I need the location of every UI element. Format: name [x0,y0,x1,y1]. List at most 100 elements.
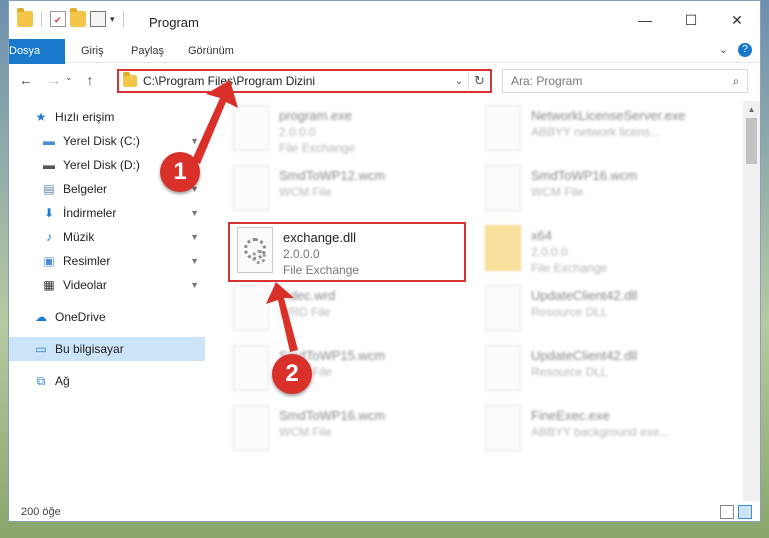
back-arrow-icon[interactable]: ← [19,72,33,88]
title-bar: ✔ ▾ Program — ☐ ✕ [9,1,760,39]
sidebar-item-label: Yerel Disk (D:) [63,158,140,172]
file-name: SmdToWP16.wcm [531,168,638,183]
search-box[interactable]: Ara: Program ⌕ [502,69,748,93]
file-type: WCM File [279,425,332,439]
sidebar-item-videos[interactable]: ▦ Videolar ▼ [9,273,205,297]
list-item[interactable]: SmdToWP12.wcm WCM File [233,165,463,221]
properties-icon[interactable]: ✔ [50,11,66,27]
large-icons-view-icon[interactable] [738,505,752,519]
list-item[interactable]: UpdateClient42.dll Resource DLL [485,345,715,401]
list-item[interactable]: UpdateClient42.dll Resource DLL [485,285,715,341]
list-item[interactable]: NetworkLicenseServer.exe ABBYY network li… [485,105,715,161]
file-name: program.exe [279,108,352,123]
file-icon [233,345,269,391]
window-controls: — ☐ ✕ [622,1,760,39]
new-folder-icon[interactable] [70,8,86,27]
scrollbar-thumb[interactable] [746,118,757,164]
search-input[interactable]: Ara: Program [511,74,725,88]
download-icon: ⬇ [43,206,55,220]
folder-icon [485,225,521,271]
list-item[interactable]: SmdToWP15.wcmWCM File [233,345,463,401]
chevron-down-icon[interactable]: ⌄ [450,76,468,87]
file-type: Resource DLL [531,305,608,319]
details-view-icon[interactable] [720,505,734,519]
list-item[interactable]: SmdToWP16.wcm WCM File [233,405,463,461]
sidebar-item-label: Bu bilgisayar [55,342,124,356]
sidebar-item-label: Yerel Disk (C:) [63,134,140,148]
sidebar-item-pictures[interactable]: ▣ Resimler ▼ [9,249,205,273]
app-icon [485,405,521,451]
folder-icon[interactable] [17,8,33,27]
exe-file-icon [233,105,269,151]
window-title: Program [149,15,199,30]
minimize-button[interactable]: — [622,1,668,39]
list-item[interactable]: program.exe 2.0.0.0 File Exchange [233,105,463,161]
file-icon [233,405,269,451]
file-name: UpdateClient42.dll [531,348,638,363]
address-bar[interactable]: C:\Program Files\Program Dizini ⌄ ↻ [117,69,492,93]
tab-share[interactable]: Paylaş [131,39,164,63]
refresh-icon[interactable]: ↻ [468,73,490,89]
close-button[interactable]: ✕ [714,1,760,39]
separator [41,11,42,27]
file-type: WCM File [531,185,584,199]
maximize-button[interactable]: ☐ [668,1,714,39]
item-count: 200 öğe [21,506,61,518]
sidebar-item-downloads[interactable]: ⬇ İndirmeler ▼ [9,201,205,225]
quick-access-toolbar: ✔ ▾ [17,8,128,27]
app-icon [485,105,521,151]
view-toggle [720,505,752,519]
sidebar-item-label: Ağ [55,374,70,388]
star-icon: ★ [35,110,47,124]
sidebar-item-quick-access[interactable]: ★ Hızlı erişim [9,105,205,129]
network-icon: ⧉ [36,374,46,388]
sidebar-item-label: OneDrive [55,310,106,324]
sidebar-item-label: Videolar [63,278,107,292]
computer-icon: ▭ [35,342,47,356]
file-name: Fidec.wrd [279,288,336,303]
search-icon[interactable]: ⌕ [725,74,747,89]
navigation-bar: ← → ⌄ ↑ C:\Program Files\Program Dizini … [9,64,760,98]
up-arrow-icon[interactable]: ↑ [87,72,94,88]
help-icon[interactable]: ? [738,43,752,57]
pin-icon: ▼ [190,232,199,242]
pin-icon: ▼ [190,208,199,218]
dll-gear-icon [485,345,521,391]
file-icon [485,165,521,211]
tab-view[interactable]: Görünüm [188,39,234,63]
expand-ribbon-icon[interactable]: ⌄ [719,43,728,57]
drive-icon: ▬ [43,158,55,172]
forward-arrow-icon[interactable]: → [47,72,61,88]
list-item[interactable]: FineExec.exe ABBYY background exe... [485,405,715,461]
sidebar-item-onedrive[interactable]: ☁ OneDrive [9,305,205,329]
view-options-icon[interactable] [90,11,106,27]
documents-icon: ▤ [43,182,55,196]
file-type: Resource DLL [531,365,608,379]
vertical-scrollbar[interactable]: ▲ ▼ [743,101,760,515]
separator [122,11,124,27]
sidebar-item-label: İndirmeler [63,206,117,220]
sidebar-item-label: Müzik [63,230,95,244]
file-description: File Exchange [279,141,356,155]
scroll-up-icon[interactable]: ▲ [743,101,760,118]
list-item[interactable]: x64 2.0.0.0 File Exchange [485,225,715,281]
step-badge-2: 2 [272,354,312,394]
status-bar: 200 öğe [9,501,760,521]
list-item[interactable]: Fidec.wrd WRD File [233,285,463,341]
file-name: FineExec.exe [531,408,610,423]
recent-locations-icon[interactable]: ⌄ [65,72,73,88]
file-name: SmdToWP12.wcm [279,168,386,183]
file-list: program.exe 2.0.0.0 File Exchange SmdToWP1… [215,101,741,497]
sidebar-item-this-pc[interactable]: ▭ Bu bilgisayar [9,337,205,361]
sidebar-item-disk-c[interactable]: ▬ Yerel Disk (C:) ▼ [9,129,205,153]
sidebar-item-label: Hızlı erişim [55,110,115,124]
file-icon [233,285,269,331]
file-description: ABBYY network licens... [531,125,661,139]
sidebar-item-network[interactable]: ⧉ Ağ [9,369,205,393]
highlight-box [228,222,466,282]
customize-toolbar-icon[interactable]: ▾ [110,14,115,25]
sidebar-item-music[interactable]: ♪ Müzik ▼ [9,225,205,249]
address-path[interactable]: C:\Program Files\Program Dizini [143,74,450,88]
tab-home[interactable]: Giriş [81,39,104,63]
list-item[interactable]: SmdToWP16.wcm WCM File [485,165,715,221]
